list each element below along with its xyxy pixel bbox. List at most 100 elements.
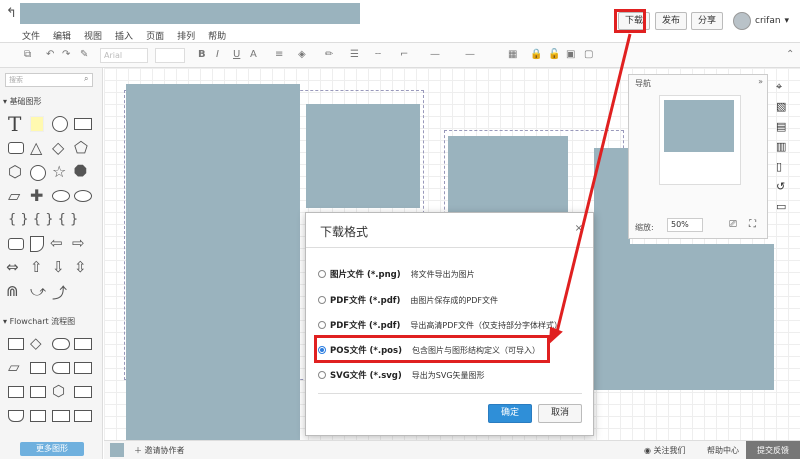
zoom-input[interactable]: 50% [667, 218, 703, 232]
arrow-right-shape[interactable]: ⇨ [72, 234, 85, 252]
navigator-preview[interactable] [659, 95, 741, 185]
cancel-button[interactable]: 取消 [538, 404, 582, 423]
flow-data-shape[interactable]: ▱ [8, 358, 20, 376]
arrow-end-icon[interactable]: — [465, 49, 475, 60]
star-shape[interactable]: ☆ [52, 162, 66, 181]
arrow-down-shape[interactable]: ⇩ [52, 258, 65, 276]
bold-icon[interactable]: B [198, 49, 206, 60]
undo-icon[interactable]: ↶ [46, 49, 54, 60]
layers-icon[interactable]: ▤ [776, 120, 786, 133]
radio-pdf-hd[interactable] [318, 321, 326, 329]
flow-storage-shape[interactable] [52, 410, 70, 422]
circle-shape[interactable] [52, 116, 68, 132]
flow-delay-shape[interactable] [52, 362, 70, 374]
ungroup-icon[interactable]: ▢ [584, 49, 593, 60]
radio-pdf-image[interactable] [318, 296, 326, 304]
group-icon[interactable]: ▣ [566, 49, 575, 60]
flow-multi-document-shape[interactable] [30, 386, 46, 398]
line-style-icon[interactable]: ┄ [375, 49, 381, 60]
follow-us-link[interactable]: ◉ 关注我们 [644, 445, 686, 456]
triangle-shape[interactable]: △ [30, 138, 42, 157]
octagon-shape[interactable]: ⯃ [74, 162, 87, 182]
help-center-link[interactable]: 帮助中心 [707, 445, 739, 456]
menu-file[interactable]: 文件 [22, 29, 40, 42]
flow-subprocess-shape[interactable] [74, 338, 92, 350]
font-family-select[interactable]: Arial [100, 48, 148, 63]
flow-display-shape[interactable] [74, 410, 92, 422]
user-menu[interactable]: crifan ▾ [733, 12, 789, 30]
comment-icon[interactable]: ▭ [776, 200, 786, 213]
fill-color-icon[interactable]: ◈ [298, 49, 306, 60]
section-flowchart[interactable]: ▾ Flowchart 流程图 [3, 316, 75, 327]
menu-help[interactable]: 帮助 [208, 29, 226, 42]
arrow-left-shape[interactable]: ⇦ [50, 234, 63, 252]
fullscreen-icon[interactable]: ⎚ [729, 219, 737, 230]
unlock-icon[interactable]: 🔓 [548, 49, 560, 60]
align-icon[interactable]: ≡ [275, 49, 283, 60]
pentagon-shape[interactable]: ⬠ [74, 138, 88, 157]
ok-button[interactable]: 确定 [488, 404, 532, 423]
diamond-shape[interactable]: ◇ [52, 138, 64, 157]
option-pdf-image[interactable]: PDF文件 (*.pdf) 由图片保存成的PDF文件 [318, 293, 498, 307]
menu-page[interactable]: 页面 [146, 29, 164, 42]
option-png[interactable]: 图片文件 (*.png) 将文件导出为图片 [318, 267, 475, 281]
cloud-shape[interactable] [52, 190, 70, 202]
format-painter-icon[interactable]: ⧉ [24, 49, 31, 60]
more-shapes-button[interactable]: 更多图形 [20, 442, 84, 456]
collapse-icon[interactable]: ⌃ [786, 49, 794, 60]
flow-manual-input-shape[interactable] [74, 362, 92, 374]
callout-shape[interactable] [8, 238, 24, 250]
lock-icon[interactable]: 🔒 [530, 49, 542, 60]
back-arrow-icon[interactable]: ↰ [6, 6, 17, 21]
connector-icon[interactable]: ⌐ [400, 49, 408, 60]
text-shape-icon[interactable]: T [8, 112, 21, 136]
corner-arrow-shape[interactable]: ⤴ [52, 282, 67, 303]
publish-button[interactable]: 发布 [655, 12, 688, 30]
radio-png[interactable] [318, 270, 326, 278]
menu-view[interactable]: 视图 [84, 29, 102, 42]
navigator-toggle-icon[interactable]: ⌖ [776, 80, 782, 94]
oval-shape[interactable] [74, 190, 92, 202]
u-turn-arrow-shape[interactable]: ⤻ [30, 282, 46, 300]
opacity-icon[interactable]: ▦ [508, 49, 517, 60]
flow-terminator-shape[interactable] [52, 338, 70, 350]
panel-collapse-icon[interactable]: » [758, 77, 763, 86]
close-icon[interactable]: × [575, 223, 583, 234]
flow-card-shape[interactable] [30, 410, 46, 422]
invite-collaborator-link[interactable]: ＋ 邀请协作者 [134, 445, 185, 456]
option-pdf-hd[interactable]: PDF文件 (*.pdf) 导出高清PDF文件（仅支持部分字体样式） [318, 318, 562, 332]
flow-decision-shape[interactable]: ◇ [30, 334, 42, 352]
share-button[interactable]: 分享 [691, 12, 724, 30]
arrow-start-icon[interactable]: — [430, 49, 440, 60]
document-icon[interactable]: ▯ [776, 160, 782, 173]
menu-arrange[interactable]: 排列 [177, 29, 195, 42]
fit-page-icon[interactable]: ⛶ [749, 219, 756, 230]
search-icon[interactable]: ⌕ [84, 74, 99, 84]
flow-manual-op-shape[interactable] [74, 386, 92, 398]
hexagon-shape[interactable]: ⬡ [8, 162, 22, 181]
section-basic-shapes[interactable]: ▾ 基础图形 [3, 96, 42, 107]
line-color-icon[interactable]: ✏ [325, 49, 333, 60]
image-icon[interactable]: ▧ [776, 100, 786, 113]
redo-icon[interactable]: ↷ [62, 49, 70, 60]
radio-svg[interactable] [318, 371, 326, 379]
search-input[interactable]: 搜索 [5, 73, 93, 87]
flow-predefined-shape[interactable] [30, 362, 46, 374]
italic-icon[interactable]: I [216, 49, 219, 60]
flow-wave-shape[interactable] [8, 410, 24, 422]
flow-preparation-shape[interactable]: ⬡ [52, 382, 65, 400]
menu-edit[interactable]: 编辑 [53, 29, 71, 42]
arrow-up-shape[interactable]: ⇧ [30, 258, 43, 276]
rectangle-shape[interactable] [74, 118, 92, 130]
history-icon[interactable]: ↺ [776, 180, 785, 193]
feedback-button[interactable]: 提交反馈 [746, 441, 800, 459]
flow-document-shape[interactable] [8, 386, 24, 398]
ellipse-shape[interactable] [30, 165, 46, 181]
font-size-select[interactable] [155, 48, 185, 63]
brush-icon[interactable]: ✎ [80, 49, 88, 60]
menu-insert[interactable]: 插入 [115, 29, 133, 42]
cross-shape[interactable]: ✚ [30, 186, 43, 205]
page-setup-icon[interactable]: ▥ [776, 140, 786, 153]
u-turn-shape[interactable]: ⋒ [6, 282, 19, 300]
line-width-icon[interactable]: ☰ [350, 49, 359, 60]
